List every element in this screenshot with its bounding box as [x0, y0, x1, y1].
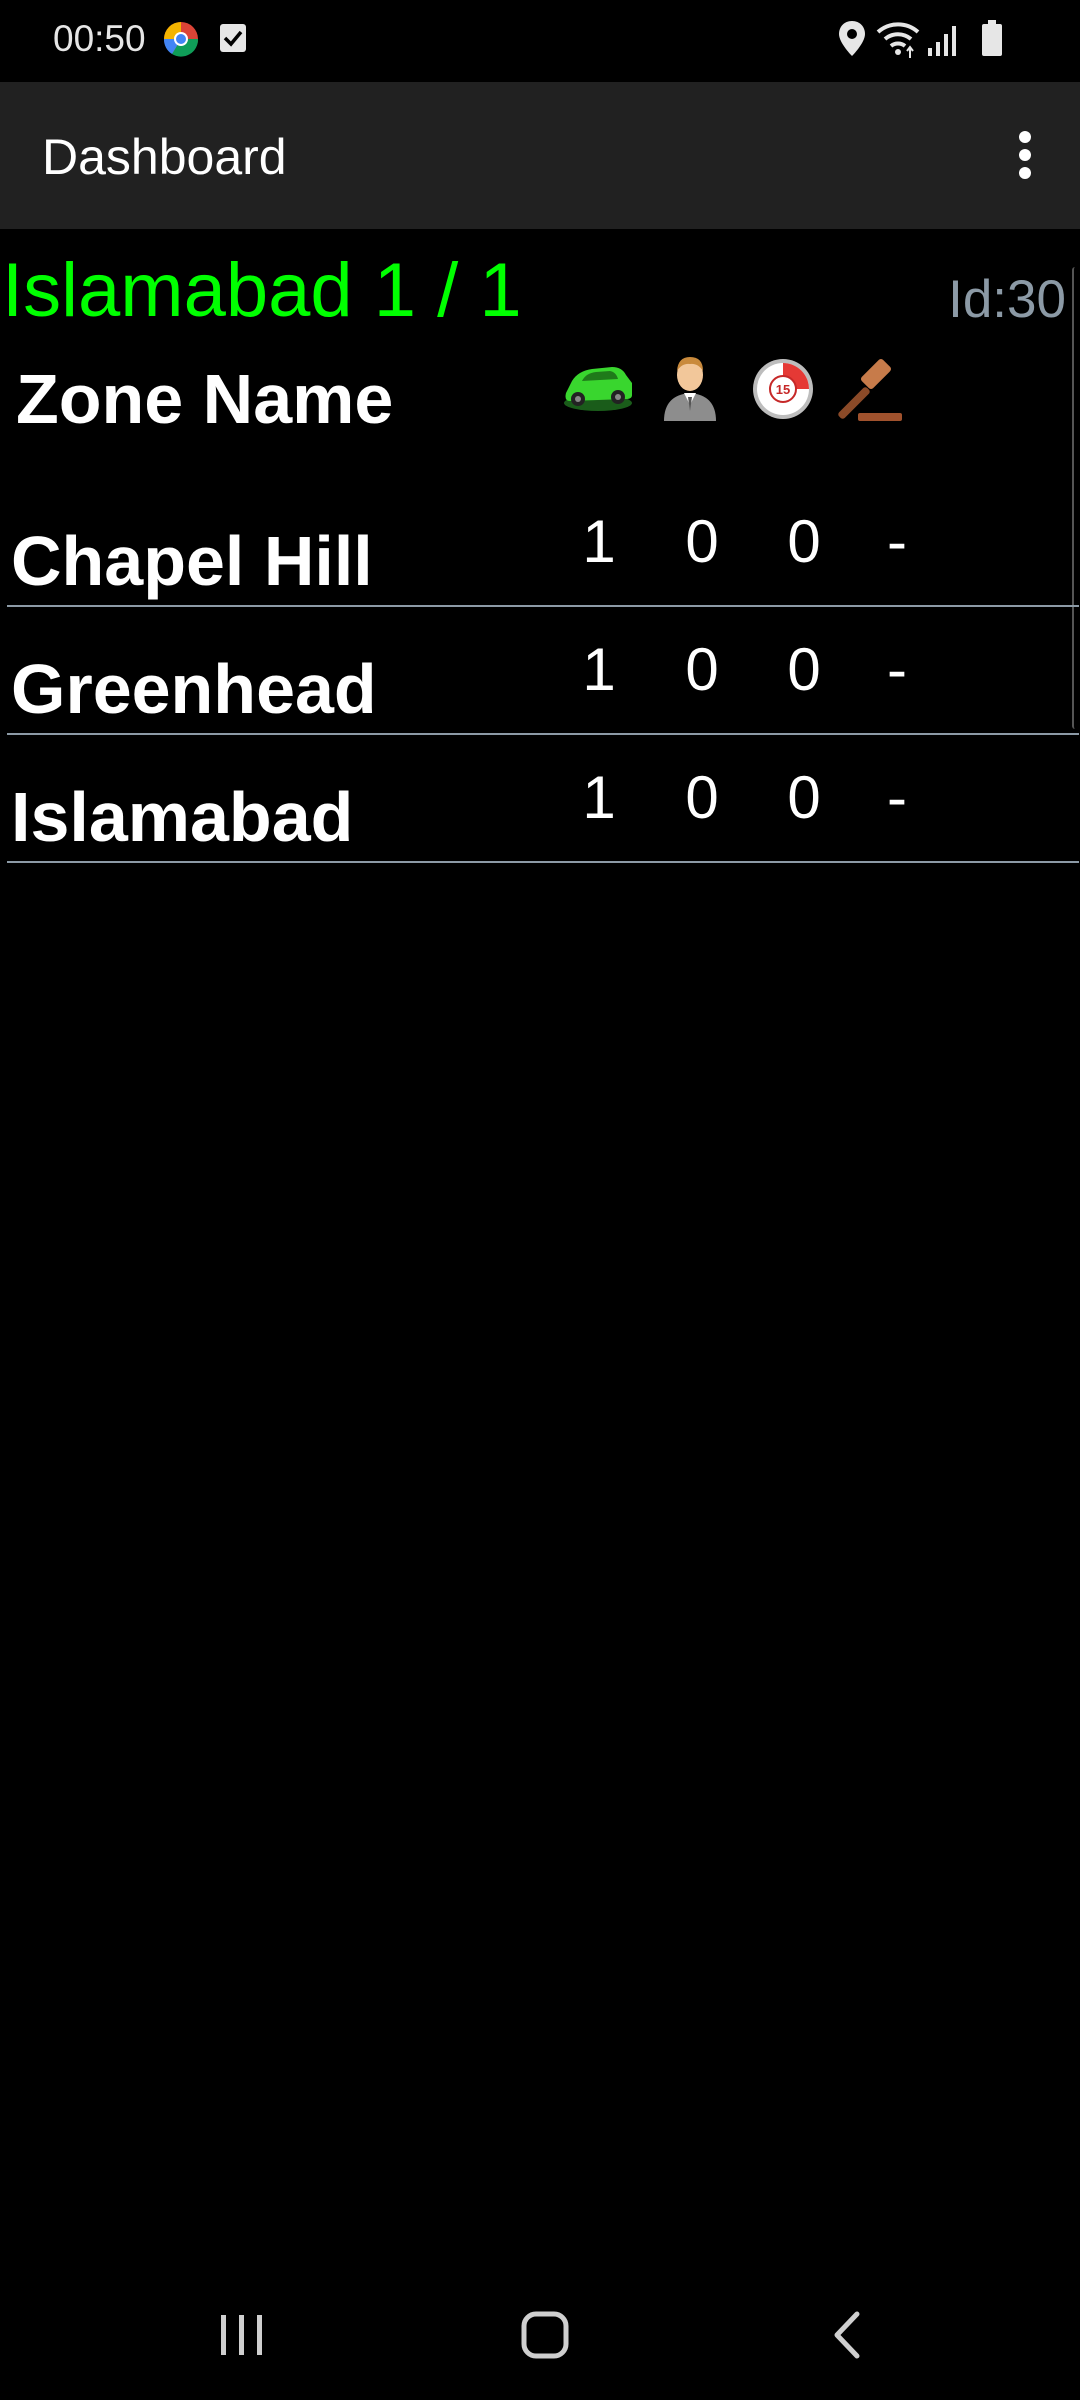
zone-name: Greenhead [11, 650, 377, 728]
zone-timer-count: 0 [787, 508, 821, 575]
zone-name: Islamabad [11, 778, 354, 856]
zone-list: Chapel Hill 1 0 0 - Greenhead 1 0 0 - Is… [0, 479, 1080, 863]
recent-apps-icon [221, 2315, 262, 2355]
back-icon [834, 2311, 860, 2359]
zone-row[interactable]: Chapel Hill 1 0 0 - [7, 479, 1079, 607]
zone-gavel-value: - [887, 764, 907, 831]
svg-text:15: 15 [776, 382, 790, 397]
app-bar: Dashboard [0, 82, 1080, 229]
person-icon [664, 357, 716, 421]
back-button[interactable] [786, 2290, 906, 2380]
zone-title: Islamabad 1 / 1 [2, 248, 522, 333]
signal-icon [928, 26, 956, 56]
location-icon [839, 21, 865, 56]
status-left-icons [162, 18, 262, 60]
zone-people-count: 0 [685, 636, 719, 703]
zone-name: Chapel Hill [11, 522, 373, 600]
zone-gavel-value: - [887, 508, 907, 575]
more-vertical-icon [1019, 131, 1031, 179]
timer-15-icon: 15 [753, 359, 813, 419]
status-time: 00:50 [53, 18, 146, 59]
zone-timer-count: 0 [787, 636, 821, 703]
app-title: Dashboard [42, 129, 287, 185]
zone-name-header: Zone Name [16, 360, 394, 438]
zone-cars-count: 1 [582, 764, 616, 831]
zone-row[interactable]: Islamabad 1 0 0 - [7, 735, 1079, 863]
id-label: Id:30 [948, 270, 1066, 329]
status-right-icons [832, 18, 1032, 60]
zone-timer-count: 0 [787, 764, 821, 831]
zone-gavel-value: - [887, 636, 907, 703]
zone-row[interactable]: Greenhead 1 0 0 - [7, 607, 1079, 735]
checkbox-notification-icon [220, 24, 246, 52]
home-button[interactable] [485, 2290, 605, 2380]
column-header-row: Zone Name 15 [0, 349, 1080, 459]
zone-people-count: 0 [685, 764, 719, 831]
battery-icon [982, 20, 1002, 56]
status-bar: 00:50 [0, 0, 1080, 82]
home-icon [521, 2311, 569, 2359]
recent-apps-button[interactable] [182, 2290, 302, 2380]
more-options-button[interactable] [970, 100, 1080, 210]
wifi-icon [876, 22, 920, 58]
zone-people-count: 0 [685, 508, 719, 575]
gavel-icon [838, 358, 902, 421]
zone-cars-count: 1 [582, 508, 616, 575]
chrome-icon [163, 22, 199, 57]
car-icon [564, 367, 632, 411]
navigation-bar [0, 2270, 1080, 2400]
zone-cars-count: 1 [582, 636, 616, 703]
